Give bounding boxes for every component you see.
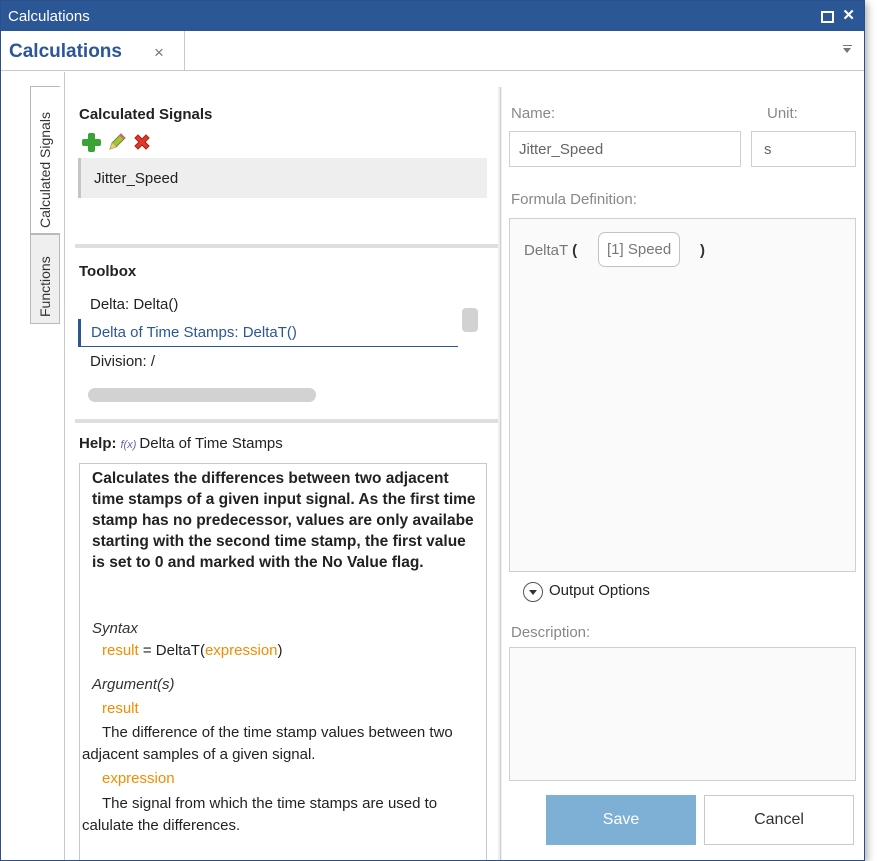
function-icon: f(x) <box>120 439 137 451</box>
side-tab-label: Calculated Signals <box>37 112 53 228</box>
side-tab-label: Functions <box>37 256 53 317</box>
title-bar: Calculations ✕ <box>1 1 864 31</box>
side-tab-functions[interactable]: Functions <box>30 234 60 324</box>
help-label: Help: <box>79 435 117 452</box>
expand-circle-icon <box>523 582 543 602</box>
formula-argument-token[interactable]: [1] Speed <box>598 232 681 267</box>
help-header: Help: f(x) Delta of Time Stamps <box>79 435 283 452</box>
syntax-line: result = DeltaT(expression) <box>102 642 283 659</box>
maximize-icon[interactable] <box>821 11 834 23</box>
toolbox-item[interactable]: Division: / <box>78 348 458 376</box>
left-panel: Calculated Signals Jitter_Speed Toolbox … <box>66 72 499 860</box>
signal-editor: Name: Unit: Jitter_Speed s Formula Defin… <box>500 87 864 860</box>
arguments-heading: Argument(s) <box>92 676 175 693</box>
formula-close-paren: ) <box>700 242 705 259</box>
delete-icon[interactable] <box>132 132 152 152</box>
formula-definition-label: Formula Definition: <box>511 191 637 208</box>
tab-close-icon[interactable]: × <box>154 43 164 63</box>
name-input-value: Jitter_Speed <box>519 141 604 158</box>
argument-description: The signal from which the time stamps ar… <box>82 795 438 834</box>
help-content: Calculates the differences between two a… <box>79 463 487 860</box>
unit-label: Unit: <box>767 105 798 122</box>
description-input[interactable] <box>509 647 856 781</box>
calculated-signals-title: Calculated Signals <box>79 106 213 123</box>
tab-calculations[interactable]: Calculations × <box>1 31 185 71</box>
syntax-result: result <box>102 642 139 659</box>
name-input[interactable]: Jitter_Speed <box>509 131 741 167</box>
name-label: Name: <box>511 105 556 122</box>
toolbox-vertical-scrollbar[interactable] <box>462 308 478 332</box>
save-button[interactable]: Save <box>546 795 696 845</box>
side-tab-strip: Calculated Signals Functions <box>1 72 65 860</box>
close-icon[interactable]: ✕ <box>842 7 855 24</box>
toolbox-title: Toolbox <box>79 263 137 280</box>
syntax-close: ) <box>277 642 283 659</box>
formula-editor[interactable]: DeltaT ( [1] Speed ) <box>509 218 856 572</box>
help-description: Calculates the differences between two a… <box>92 470 476 571</box>
tab-strip: Calculations × <box>1 31 864 71</box>
formula-function: DeltaT ( <box>524 242 578 259</box>
argument-name: expression <box>102 770 175 787</box>
output-options-label: Output Options <box>549 582 650 599</box>
help-topic: Delta of Time Stamps <box>139 435 283 452</box>
side-tab-calculated-signals[interactable]: Calculated Signals <box>30 86 60 234</box>
tab-label: Calculations <box>9 41 122 62</box>
add-icon[interactable] <box>81 132 101 152</box>
syntax-argument: expression <box>204 642 278 659</box>
toolbox-item-selected[interactable]: Delta of Time Stamps: DeltaT() <box>78 319 458 347</box>
toolbox-item[interactable]: Delta: Delta() <box>78 291 458 319</box>
unit-input[interactable]: s <box>751 131 856 167</box>
signal-list-item[interactable]: Jitter_Speed <box>78 158 487 198</box>
edit-icon[interactable] <box>107 132 127 152</box>
cancel-button[interactable]: Cancel <box>704 795 854 845</box>
toolbox-item-label: Division: / <box>90 353 156 370</box>
syntax-function: = DeltaT( <box>138 642 205 659</box>
tab-menu-icon[interactable] <box>843 45 852 55</box>
window-title: Calculations <box>8 8 90 25</box>
argument-description: The difference of the time stamp values … <box>82 724 453 763</box>
toolbox-item-label: Delta: Delta() <box>90 296 179 313</box>
unit-input-value: s <box>764 141 772 158</box>
signal-item-label: Jitter_Speed <box>94 170 179 187</box>
description-label: Description: <box>511 624 591 641</box>
toolbox-item-label: Delta of Time Stamps: DeltaT() <box>91 324 297 341</box>
calculations-window: Calculations ✕ Calculations × Calculated… <box>0 0 865 861</box>
splitter-top[interactable] <box>75 244 499 248</box>
splitter-bottom[interactable] <box>75 419 499 423</box>
syntax-heading: Syntax <box>92 620 138 637</box>
argument-name: result <box>102 700 139 717</box>
toolbox-horizontal-scrollbar[interactable] <box>88 388 316 402</box>
